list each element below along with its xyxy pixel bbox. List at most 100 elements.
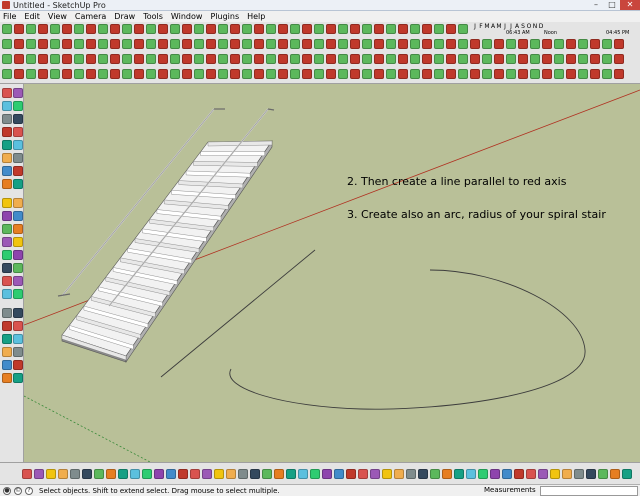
geo-location-icon[interactable]: ● bbox=[3, 486, 11, 495]
view-style-icon[interactable] bbox=[406, 469, 416, 479]
toolbar-button-icon[interactable] bbox=[578, 39, 588, 49]
toolbar-button-icon[interactable] bbox=[146, 69, 156, 79]
toolbar-button-icon[interactable] bbox=[170, 54, 180, 64]
view-style-icon[interactable] bbox=[166, 469, 176, 479]
toolbar-button-icon[interactable] bbox=[182, 24, 192, 34]
view-style-icon[interactable] bbox=[94, 469, 104, 479]
toolbar-button-icon[interactable] bbox=[158, 24, 168, 34]
toolbar-button-icon[interactable] bbox=[26, 39, 36, 49]
view-style-icon[interactable] bbox=[454, 469, 464, 479]
toolbar-button-icon[interactable] bbox=[518, 54, 528, 64]
toolbar-button-icon[interactable] bbox=[302, 39, 312, 49]
toolbar-button-icon[interactable] bbox=[422, 54, 432, 64]
view-style-icon[interactable] bbox=[442, 469, 452, 479]
drawing-tool-icon[interactable] bbox=[13, 263, 23, 273]
toolbar-button-icon[interactable] bbox=[350, 54, 360, 64]
drawing-tool-icon[interactable] bbox=[2, 263, 12, 273]
toolbar-button-icon[interactable] bbox=[326, 69, 336, 79]
toolbar-button-icon[interactable] bbox=[590, 39, 600, 49]
view-style-icon[interactable] bbox=[502, 469, 512, 479]
toolbar-button-icon[interactable] bbox=[350, 69, 360, 79]
toolbar-button-icon[interactable] bbox=[350, 24, 360, 34]
toolbar-button-icon[interactable] bbox=[410, 69, 420, 79]
toolbar-button-icon[interactable] bbox=[230, 54, 240, 64]
toolbar-button-icon[interactable] bbox=[542, 39, 552, 49]
view-style-icon[interactable] bbox=[46, 469, 56, 479]
toolbar-button-icon[interactable] bbox=[326, 24, 336, 34]
view-style-icon[interactable] bbox=[394, 469, 404, 479]
toolbar-button-icon[interactable] bbox=[410, 54, 420, 64]
menu-draw[interactable]: Draw bbox=[114, 12, 135, 21]
view-style-icon[interactable] bbox=[58, 469, 68, 479]
toolbar-button-icon[interactable] bbox=[434, 24, 444, 34]
toolbar-button-icon[interactable] bbox=[566, 54, 576, 64]
maximize-button[interactable]: □ bbox=[604, 0, 620, 10]
menu-edit[interactable]: Edit bbox=[24, 12, 40, 21]
toolbar-button-icon[interactable] bbox=[122, 54, 132, 64]
toolbar-button-icon[interactable] bbox=[566, 39, 576, 49]
drawing-tool-icon[interactable] bbox=[13, 179, 23, 189]
toolbar-button-icon[interactable] bbox=[374, 24, 384, 34]
toolbar-button-icon[interactable] bbox=[530, 69, 540, 79]
toolbar-button-icon[interactable] bbox=[170, 69, 180, 79]
toolbar-button-icon[interactable] bbox=[50, 69, 60, 79]
view-style-icon[interactable] bbox=[598, 469, 608, 479]
toolbar-button-icon[interactable] bbox=[290, 39, 300, 49]
toolbar-button-icon[interactable] bbox=[158, 39, 168, 49]
menu-window[interactable]: Window bbox=[171, 12, 203, 21]
toolbar-button-icon[interactable] bbox=[14, 24, 24, 34]
measurements-input[interactable] bbox=[540, 486, 638, 496]
toolbar-button-icon[interactable] bbox=[494, 69, 504, 79]
drawing-tool-icon[interactable] bbox=[2, 166, 12, 176]
toolbar-button-icon[interactable] bbox=[86, 54, 96, 64]
toolbar-button-icon[interactable] bbox=[242, 69, 252, 79]
toolbar-button-icon[interactable] bbox=[554, 39, 564, 49]
drawing-tool-icon[interactable] bbox=[2, 321, 12, 331]
drawing-tool-icon[interactable] bbox=[2, 334, 12, 344]
toolbar-button-icon[interactable] bbox=[38, 39, 48, 49]
drawing-tool-icon[interactable] bbox=[13, 276, 23, 286]
toolbar-button-icon[interactable] bbox=[494, 39, 504, 49]
drawing-tool-icon[interactable] bbox=[13, 88, 23, 98]
drawing-tool-icon[interactable] bbox=[2, 276, 12, 286]
toolbar-button-icon[interactable] bbox=[386, 54, 396, 64]
toolbar-button-icon[interactable] bbox=[26, 24, 36, 34]
toolbar-button-icon[interactable] bbox=[506, 54, 516, 64]
view-style-icon[interactable] bbox=[586, 469, 596, 479]
toolbar-button-icon[interactable] bbox=[158, 54, 168, 64]
drawing-tool-icon[interactable] bbox=[13, 140, 23, 150]
drawing-tool-icon[interactable] bbox=[13, 250, 23, 260]
toolbar-button-icon[interactable] bbox=[362, 69, 372, 79]
toolbar-button-icon[interactable] bbox=[230, 69, 240, 79]
toolbar-button-icon[interactable] bbox=[266, 54, 276, 64]
toolbar-button-icon[interactable] bbox=[134, 54, 144, 64]
drawing-tool-icon[interactable] bbox=[13, 211, 23, 221]
modeling-viewport[interactable]: 2. Then create a line parallel to red ax… bbox=[24, 84, 640, 462]
toolbar-button-icon[interactable] bbox=[50, 24, 60, 34]
toolbar-button-icon[interactable] bbox=[74, 54, 84, 64]
drawing-tool-icon[interactable] bbox=[2, 250, 12, 260]
toolbar-button-icon[interactable] bbox=[362, 39, 372, 49]
month-dec[interactable]: D bbox=[538, 23, 544, 30]
toolbar-button-icon[interactable] bbox=[602, 39, 612, 49]
toolbar-button-icon[interactable] bbox=[386, 39, 396, 49]
toolbar-button-icon[interactable] bbox=[254, 54, 264, 64]
drawing-tool-icon[interactable] bbox=[2, 101, 12, 111]
menu-tools[interactable]: Tools bbox=[143, 12, 163, 21]
toolbar-button-icon[interactable] bbox=[50, 54, 60, 64]
toolbar-button-icon[interactable] bbox=[470, 39, 480, 49]
toolbar-button-icon[interactable] bbox=[590, 69, 600, 79]
view-style-icon[interactable] bbox=[70, 469, 80, 479]
drawing-tool-icon[interactable] bbox=[13, 153, 23, 163]
toolbar-button-icon[interactable] bbox=[338, 39, 348, 49]
menu-file[interactable]: File bbox=[3, 12, 16, 21]
toolbar-button-icon[interactable] bbox=[290, 24, 300, 34]
toolbar-button-icon[interactable] bbox=[146, 54, 156, 64]
toolbar-button-icon[interactable] bbox=[278, 24, 288, 34]
view-style-icon[interactable] bbox=[214, 469, 224, 479]
toolbar-button-icon[interactable] bbox=[458, 24, 468, 34]
view-style-icon[interactable] bbox=[190, 469, 200, 479]
toolbar-button-icon[interactable] bbox=[146, 24, 156, 34]
toolbar-button-icon[interactable] bbox=[122, 39, 132, 49]
toolbar-button-icon[interactable] bbox=[530, 39, 540, 49]
